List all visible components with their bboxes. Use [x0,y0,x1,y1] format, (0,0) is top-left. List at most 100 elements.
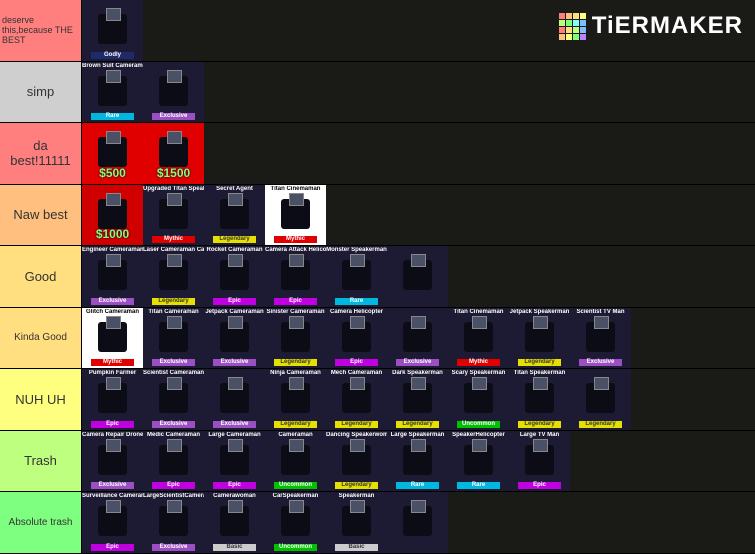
tier-item-tile[interactable]: Laser Cameraman Car Legendary [143,246,204,307]
tier-label[interactable]: Kinda Good [0,307,82,368]
tier-label[interactable]: Absolute trash [0,492,82,553]
tier-label[interactable]: simp [0,61,82,122]
tier-item-tile[interactable]: Camera Helicopter Epic [326,307,387,368]
tier-item-tile[interactable]: Camera Repair Drone Exclusive [82,430,143,491]
rarity-badge: Mythic [274,236,317,243]
tier-item-tile[interactable]: Secret Agent Legendary [204,184,265,245]
tier-item-tile[interactable]: Mech Cameraman Legendary [326,369,387,430]
tier-item-tile[interactable]: Engineer Cameraman Exclusive [82,246,143,307]
logo-square [565,12,572,19]
tier-item-tile[interactable]: Speakerman Basic [326,492,387,553]
tiermaker-logo[interactable]: TiERMAKER [558,12,743,40]
tier-item-tile[interactable]: Camera Attack Helicopter Epic [265,246,326,307]
tier-item-tile[interactable]: Titan Cinemaman Mythic [265,184,326,245]
tier-item-tile[interactable]: Scary Speakerman Uncommon [448,369,509,430]
rarity-badge: Rare [335,297,378,305]
character-image-icon [159,377,188,413]
tier-item-tile[interactable]: Medic Cameraman Epic [143,430,204,491]
logo-square [579,26,586,33]
character-image-icon [159,254,188,290]
rarity-badge: Epic [518,482,561,489]
tier-item-tile[interactable]: CarSpeakerman Uncommon [265,492,326,553]
tier-item-tile[interactable]: Upgraded Titan Speakerman Mythic [143,184,204,245]
tier-item-tile[interactable]: Ninja Cameraman Legendary [265,369,326,430]
tier-item-tile[interactable]: LargeScientistCameraman Exclusive [143,492,204,553]
tier-item-tile[interactable]: Surveillance Cameraman Epic [82,492,143,553]
character-image-icon [342,500,371,536]
tier-item-tile[interactable]: Cameraman Uncommon [265,430,326,491]
tier-item-tile[interactable]: $500 [82,123,143,184]
tier-item-tile[interactable]: Titan Cameraman Exclusive [143,307,204,368]
character-image-icon [220,438,249,475]
rarity-badge: Legendary [579,420,622,428]
tier-item-tile[interactable]: Titan Cinemaman Mythic [448,307,509,368]
tier-label[interactable]: NUH UH [0,369,82,430]
tier-label[interactable]: Trash [0,430,82,491]
character-image-icon [464,438,493,475]
rarity-badge: Legendary [213,236,256,243]
rarity-badge: Epic [213,482,256,489]
character-image-icon [98,315,127,352]
tier-item-tile[interactable]: Jetpack Cameraman Exclusive [204,307,265,368]
tier-item-tile[interactable] [387,246,448,307]
tier-item-tile[interactable]: Titan Speakerman Legendary [509,369,570,430]
character-image-icon [98,500,127,536]
character-image-icon [403,500,432,536]
item-name: Rocket Cameraman [206,247,263,253]
tier-item-tile[interactable]: Exclusive [204,369,265,430]
tier-item-tile[interactable]: Brown Suit Cameraman Rare [82,61,143,122]
character-image-icon [281,377,310,413]
tier-item-tile[interactable]: Monster Speakerman Rare [326,246,387,307]
tier-item-tile[interactable]: Rocket Cameraman Epic [204,246,265,307]
tier-item-tile[interactable]: Dancing Speakerwoman Legendary [326,430,387,491]
item-name: SpeakerHelicopter [452,431,505,438]
tier-item-tile[interactable]: Exclusive [143,61,204,122]
tier-item-tile[interactable]: Camerawoman Basic [204,492,265,553]
price-label: $1000 [95,227,130,241]
rarity-badge: Uncommon [274,543,317,551]
tier-label[interactable]: Naw best [0,184,82,245]
item-name: Glitch Cameraman [85,308,140,315]
item-name: Engineer Cameraman [82,247,143,253]
tier-items: Engineer Cameraman Exclusive Laser Cameram… [82,246,755,307]
character-image-icon [403,377,432,413]
tier-item-tile[interactable]: Glitch Cameraman Mythic [82,307,143,368]
item-name: Pumpkin Farmer [88,370,137,376]
tier-item-tile[interactable]: Exclusive [387,307,448,368]
tier-item-tile[interactable]: Godly [82,0,143,61]
tier-label[interactable]: deserve this,because THE BEST [0,0,82,61]
tier-label[interactable]: Good [0,246,82,307]
tier-item-tile[interactable]: Large Speakerman Rare [387,430,448,491]
tier-items: $500 $1500 [82,123,755,184]
price-label: $1500 [156,165,191,180]
tier-item-tile[interactable]: Pumpkin Farmer Epic [82,369,143,430]
tier-item-tile[interactable]: Large TV Man Epic [509,430,570,491]
character-image-icon [342,438,371,475]
logo-square [558,26,565,33]
character-image-icon [159,500,188,536]
tier-item-tile[interactable]: Scientist TV Man Exclusive [570,307,631,368]
rarity-badge: Rare [396,482,439,489]
tier-item-tile[interactable]: Scientist Cameraman Exclusive [143,369,204,430]
character-image-icon [98,377,127,413]
tier-row: Trash Camera Repair Drone Exclusive Medic C… [0,430,755,492]
tier-item-tile[interactable]: $1000 [82,184,143,245]
item-name: Scientist TV Man [576,308,625,315]
character-image-icon [220,192,249,229]
tier-item-tile[interactable]: Jetpack Speakerman Legendary [509,307,570,368]
tier-item-tile[interactable]: Dark Speakerman Legendary [387,369,448,430]
character-image-icon [525,315,554,352]
item-name: Sinister Cameraman [266,308,325,315]
character-image-icon [98,438,127,475]
tier-item-tile[interactable]: Sinister Cameraman Legendary [265,307,326,368]
character-image-icon [403,254,432,290]
character-image-icon [98,8,127,44]
tier-item-tile[interactable]: Large Cameraman Epic [204,430,265,491]
tier-item-tile[interactable]: SpeakerHelicopter Rare [448,430,509,491]
tier-item-tile[interactable]: Legendary [570,369,631,430]
character-image-icon [220,254,249,290]
tier-item-tile[interactable]: $1500 [143,123,204,184]
item-name: Laser Cameraman Car [143,247,204,253]
tier-label[interactable]: da best!11111 [0,123,82,184]
tier-item-tile[interactable] [387,492,448,553]
